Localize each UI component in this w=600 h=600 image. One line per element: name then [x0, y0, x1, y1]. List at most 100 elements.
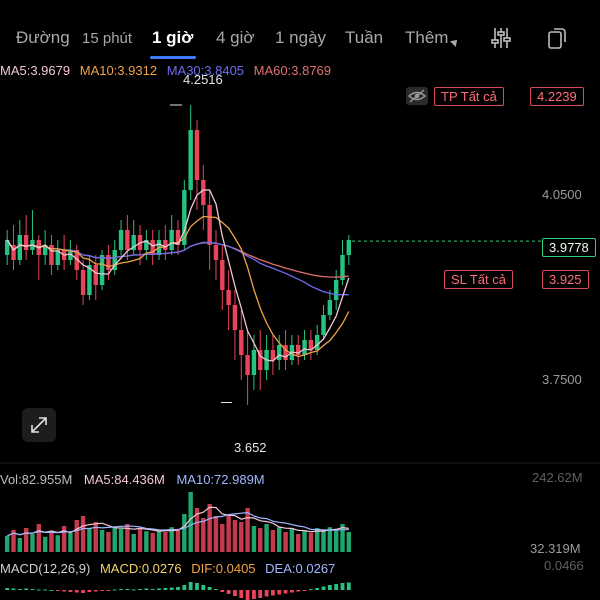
macd-histogram-bar — [327, 585, 332, 590]
candle-body — [251, 350, 257, 375]
low-price-label: 3.652 — [234, 440, 267, 455]
volume-bar — [270, 530, 276, 552]
volume-bar — [68, 532, 73, 552]
volume-ma10: MA10:72.989M — [176, 472, 265, 487]
volume-bar — [346, 532, 352, 552]
volume-bar — [321, 530, 326, 552]
macd-histogram-bar — [30, 589, 35, 590]
macd-histogram-bar — [226, 590, 231, 594]
macd-histogram-bar — [144, 588, 149, 590]
candle-body — [207, 205, 212, 245]
macd-histogram-bar — [308, 589, 313, 590]
macd-histogram-bar — [55, 590, 60, 591]
volume-bar — [112, 527, 117, 552]
candle-body — [321, 315, 326, 335]
macd-histogram-bar — [321, 586, 326, 590]
candle-body — [17, 235, 23, 260]
fullscreen-expand-button[interactable] — [22, 408, 56, 442]
tp-order-label[interactable]: TP Tất cả — [434, 87, 504, 106]
sl-order-label[interactable]: SL Tất cả — [444, 270, 513, 289]
volume-bar — [23, 528, 29, 552]
candle-body — [245, 355, 250, 375]
macd-histogram-bar — [11, 588, 16, 590]
volume-bar — [42, 536, 48, 552]
macd-histogram-bar — [74, 590, 79, 593]
macd-histogram-bar — [239, 590, 244, 598]
volume-bar — [308, 532, 314, 552]
macd-histogram-bar — [24, 588, 29, 590]
macd-histogram-bar — [176, 587, 180, 590]
candle-body — [169, 230, 174, 250]
tp-price-tag: 4.2239 — [530, 87, 584, 106]
volume-bar — [36, 524, 42, 552]
macd-histogram-bar — [214, 589, 218, 590]
macd-params: MACD(12,26,9) — [0, 561, 91, 576]
macd-histogram-bar — [302, 590, 307, 591]
candle-body — [226, 290, 231, 305]
volume-bar — [188, 492, 193, 552]
candle-body — [346, 240, 352, 255]
macd-histogram-bar — [131, 589, 136, 591]
volume-bar — [61, 526, 67, 552]
macd-histogram-bar — [138, 589, 142, 590]
volume-bar — [106, 532, 111, 552]
macd-histogram-bar — [125, 589, 130, 590]
volume-bar — [55, 535, 60, 552]
volume-bar — [118, 528, 124, 552]
macd-histogram-bar — [296, 590, 301, 592]
candle-body — [239, 330, 244, 355]
candle-body — [270, 350, 276, 360]
macd-histogram-bar — [169, 587, 174, 590]
volume-bar — [207, 504, 212, 552]
volume-bar — [213, 516, 219, 552]
price-chart[interactable] — [0, 0, 600, 600]
volume-bar — [201, 518, 206, 552]
price-axis-lower: 3.7500 — [542, 372, 582, 387]
macd-legend: MACD(12,26,9) MACD:0.0276 DIF:0.0405 DEA… — [0, 561, 341, 576]
volume-bar — [283, 532, 288, 552]
volume-bar — [163, 532, 168, 552]
volume-bar — [264, 524, 269, 552]
candle-body — [106, 255, 111, 270]
volume-bar — [131, 534, 136, 552]
macd-histogram-bar — [119, 589, 123, 590]
macd-histogram-bar — [334, 584, 339, 590]
macd-dea: DEA:0.0267 — [265, 561, 336, 576]
macd-histogram-bar — [157, 588, 161, 590]
macd-histogram-bar — [264, 590, 269, 597]
macd-histogram-bar — [188, 582, 193, 590]
volume-bar — [175, 528, 181, 552]
macd-histogram-bar — [17, 589, 22, 590]
candle-body — [277, 345, 282, 360]
candle-body — [93, 265, 98, 285]
macd-histogram-bar — [100, 590, 104, 591]
macd-histogram-bar — [182, 585, 187, 590]
volume-bar — [302, 531, 307, 552]
volume-bar — [289, 528, 295, 552]
macd-histogram-bar — [207, 587, 212, 590]
volume-bar — [4, 536, 10, 552]
volume-bar — [220, 524, 225, 552]
volume-axis-bottom: 32.319M — [530, 541, 581, 556]
volume-bar — [258, 528, 263, 552]
candle-body — [125, 230, 130, 250]
volume-bar — [87, 528, 92, 552]
macd-histogram-bar — [277, 590, 282, 595]
candle-body — [99, 255, 105, 285]
candle-body — [163, 240, 168, 250]
eye-hide-icon[interactable] — [406, 87, 428, 105]
volume-bar — [74, 520, 79, 552]
candle-body — [283, 345, 288, 360]
high-price-label: 4.2516 — [183, 72, 223, 87]
macd-histogram-bar — [62, 590, 67, 592]
macd-value: MACD:0.0276 — [99, 561, 182, 576]
volume-bar — [245, 508, 250, 552]
volume-ma5: MA5:84.436M — [83, 472, 165, 487]
macd-histogram-bar — [93, 590, 98, 592]
macd-histogram-bar — [271, 590, 275, 596]
candle-body — [220, 260, 225, 290]
volume-bar — [333, 528, 339, 552]
macd-histogram-bar — [5, 588, 10, 590]
macd-axis-top: 0.0466 — [544, 558, 584, 573]
macd-histogram-bar — [258, 590, 263, 598]
